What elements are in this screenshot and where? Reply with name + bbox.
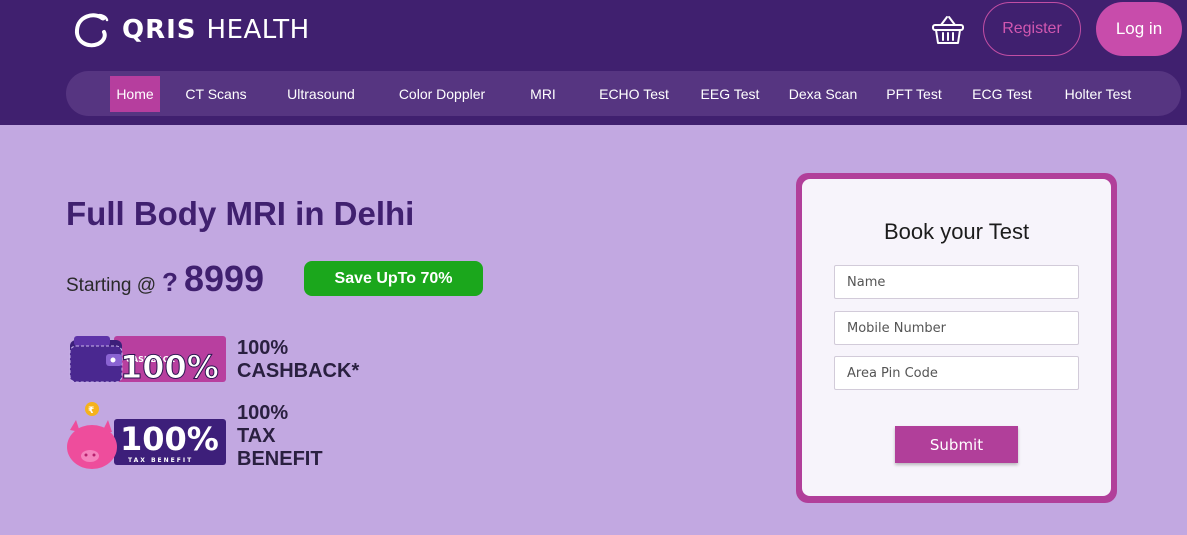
nav-item-pft-test[interactable]: PFT Test — [884, 76, 944, 112]
nav-item-mri[interactable]: MRI — [525, 76, 561, 112]
nav-item-home[interactable]: Home — [110, 76, 160, 112]
nav-item-echo-test[interactable]: ECHO Test — [597, 76, 671, 112]
price-value: 8999 — [183, 258, 265, 299]
logo-swirl-icon — [74, 13, 109, 48]
brand-name-light: HEALTH — [206, 15, 310, 45]
nav-item-holter-test[interactable]: Holter Test — [1061, 76, 1135, 112]
mobile-number-field[interactable] — [834, 311, 1079, 345]
register-button[interactable]: Register — [983, 2, 1081, 56]
starting-label: Starting @ — [66, 275, 157, 296]
brand-name-bold: QRIS — [122, 15, 197, 45]
badge-caption-tax: TAX BENEFIT — [128, 457, 193, 464]
basket-icon[interactable] — [930, 13, 966, 47]
nav-item-ecg-test[interactable]: ECG Test — [971, 76, 1033, 112]
nav-item-ct-scans[interactable]: CT Scans — [182, 76, 250, 112]
save-badge: Save UpTo 70% — [304, 261, 483, 296]
benefit-label-cashback: 100% CASHBACK* — [237, 336, 360, 382]
nav-item-color-doppler[interactable]: Color Doppler — [395, 76, 489, 112]
benefit-tax: ₹ 100% TAX BENEFIT 100% TAX BENEFIT — [66, 400, 323, 472]
wallet-icon: CASHBACK 100% — [69, 336, 226, 387]
nav-item-ultrasound[interactable]: Ultrasound — [284, 76, 358, 112]
pin-code-field[interactable] — [834, 356, 1079, 390]
badge-value-tax: 100% — [120, 420, 219, 458]
booking-card-inner: Book your Test Submit — [802, 179, 1111, 496]
benefit-cashback: CASHBACK 100% 100% CASHBACK* — [66, 332, 359, 387]
starting-price: Starting @ ? 8999 — [66, 258, 264, 300]
site-header: QRIS HEALTH Register Log in Home CT Scan… — [0, 0, 1187, 125]
brand-logo[interactable]: QRIS HEALTH — [72, 8, 310, 52]
benefit-label-tax: 100% TAX BENEFIT — [237, 401, 323, 470]
submit-button[interactable]: Submit — [895, 426, 1018, 463]
login-button[interactable]: Log in — [1096, 2, 1182, 56]
name-field[interactable] — [834, 265, 1079, 299]
badge-value-cashback: 100% — [120, 348, 219, 386]
svg-text:₹: ₹ — [88, 406, 94, 416]
main-nav: Home CT Scans Ultrasound Color Doppler M… — [66, 71, 1181, 116]
piggy-bank-icon: ₹ 100% TAX BENEFIT — [67, 402, 226, 469]
booking-card: Book your Test Submit — [796, 173, 1117, 503]
page-title: Full Body MRI in Delhi — [66, 195, 415, 232]
nav-item-dexa-scan[interactable]: Dexa Scan — [788, 76, 858, 112]
currency-glyph: ? — [162, 267, 178, 297]
nav-item-eeg-test[interactable]: EEG Test — [699, 76, 761, 112]
booking-title: Book your Test — [883, 219, 1030, 244]
